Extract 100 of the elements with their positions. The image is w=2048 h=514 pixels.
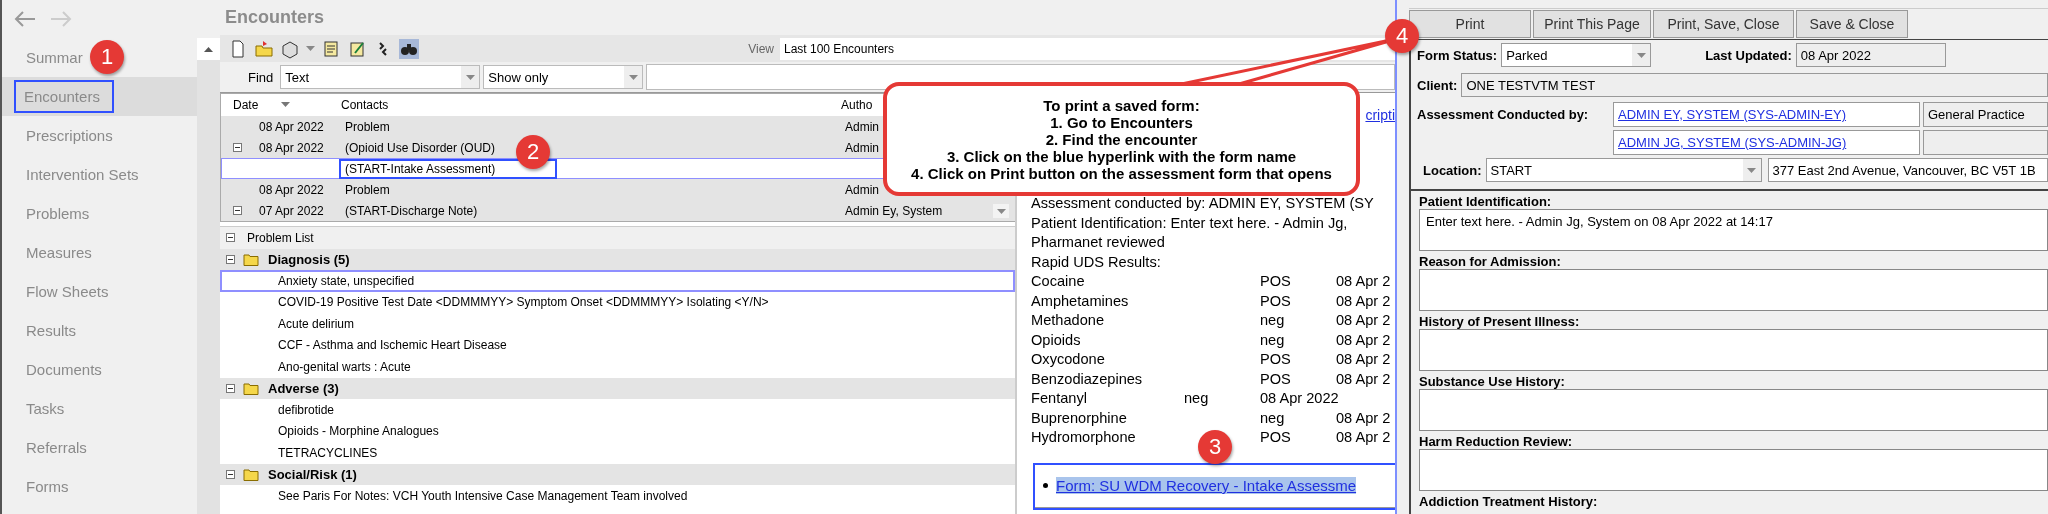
form-link[interactable]: Form: SU WDM Recovery - Intake Assessme — [1056, 477, 1357, 494]
tooltip-text: 4. Click on Print button on the assessment form that opens — [911, 164, 1332, 182]
find-label: Find — [248, 69, 274, 85]
text-area[interactable] — [1419, 269, 2048, 311]
problem-item[interactable]: Opioids - Morphine Analogues — [220, 420, 1015, 442]
collapse-icon[interactable] — [233, 206, 242, 215]
text-area[interactable]: Enter text here. - Admin Jg, System on 08 Apr 2022 at 14:17 — [1419, 209, 2048, 251]
group-title[interactable]: Adverse (3) — [268, 380, 339, 396]
field-label: Form Status: — [1417, 47, 1498, 63]
problem-item[interactable]: See Paris For Notes: VCH Youth Intensive Case Management Team involved — [220, 485, 1015, 507]
field-label: Assessment Conducted by: — [1417, 106, 1590, 122]
result-name: Oxycodone — [1031, 351, 1105, 369]
scroll-up-button[interactable] — [197, 38, 220, 60]
toolbar-button[interactable]: Print This Page — [1533, 10, 1651, 38]
folder-icon — [243, 381, 260, 395]
section-label: Patient Identification: — [1418, 193, 1553, 209]
up-arrow-icon — [204, 46, 213, 52]
caret-icon — [996, 208, 1006, 214]
view-field[interactable]: Last 100 Encounters — [780, 37, 1395, 60]
toolbar-button[interactable]: Print, Save, Close — [1653, 10, 1794, 38]
assessor-field[interactable]: ADMIN JG, SYSTEM (SYS-ADMIN-JG) — [1613, 130, 1920, 155]
tooltip-text: 2. Find the encounter — [1045, 130, 1198, 148]
scope-dropdown[interactable]: Show only — [483, 65, 644, 89]
result-value: POS — [1260, 351, 1291, 369]
author-cell: Admin — [845, 182, 879, 197]
text-area[interactable] — [1419, 329, 2048, 371]
group-title[interactable]: Diagnosis (5) — [268, 251, 350, 267]
problem-item[interactable]: CCF - Asthma and Ischemic Heart Disease — [220, 334, 1015, 356]
collapse-icon[interactable] — [226, 254, 235, 264]
column-header[interactable]: Date — [233, 98, 341, 112]
sort-arrow-icon[interactable] — [281, 102, 290, 107]
assessor-field[interactable]: ADMIN EY, SYSTEM (SYS-ADMIN-EY) — [1613, 102, 1920, 127]
column-header[interactable]: Contacts — [341, 98, 841, 112]
address-field[interactable]: 377 East 2nd Avenue, Vancouver, BC V5T 1B — [1767, 158, 2048, 182]
group-title[interactable]: Social/Risk (1) — [268, 466, 357, 482]
document-text: Assessment conducted by: ADMIN EY, SYSTEM (SY — [1031, 195, 1375, 213]
bullet-icon — [1043, 483, 1048, 488]
caret-icon — [1636, 52, 1646, 58]
caret-icon — [465, 74, 475, 80]
result-date: 08 Apr 2 — [1336, 351, 1391, 369]
status-dropdown[interactable]: Parked — [1501, 43, 1652, 67]
field-label: Client: — [1417, 77, 1458, 93]
specialty-field[interactable]: General Practice — [1923, 102, 2048, 127]
problem-item[interactable]: defibrotide — [220, 399, 1015, 421]
problem-item[interactable]: Acute delirium — [220, 313, 1015, 335]
binoculars-icon[interactable] — [399, 38, 419, 59]
result-date: 08 Apr 2 — [1336, 370, 1391, 389]
contact-cell[interactable]: (Opioid Use Disorder (OUD) — [345, 140, 496, 155]
result-value: POS — [1260, 429, 1291, 447]
specialty-field[interactable] — [1923, 130, 2048, 155]
tooltip-text: To print a saved form: — [1043, 96, 1200, 114]
problem-item[interactable]: TETRACYCLINES — [220, 442, 1015, 464]
result-date: 08 Apr 2 — [1336, 312, 1391, 330]
date-field[interactable]: 08 Apr 2022 — [1795, 43, 1946, 67]
problem-item[interactable]: COVID-19 Positive Test Date <DDMMMYY> Symptom Onset <DDMMMYY> Isolating <Y/N> — [220, 291, 1015, 313]
result-name: Methadone — [1031, 312, 1105, 330]
caret-icon — [628, 74, 638, 80]
section-label: Reason for Admission: — [1418, 253, 1562, 269]
text-area[interactable] — [1419, 449, 2048, 491]
toolbar-button[interactable]: Print — [1409, 10, 1531, 38]
document-text: Rapid UDS Results: — [1031, 253, 1162, 272]
tooltip-text: 1. Go to Encounters — [1050, 113, 1193, 131]
result-name: Opioids — [1031, 331, 1081, 350]
result-value: POS — [1260, 370, 1291, 389]
document-text: Pharmanet reviewed — [1031, 234, 1166, 252]
collapse-icon[interactable] — [226, 469, 235, 479]
result-date: 08 Apr 2 — [1336, 292, 1391, 311]
collapse-icon[interactable] — [226, 233, 235, 243]
result-date: 08 Apr 2 — [1336, 273, 1391, 291]
contact-cell[interactable]: Problem — [345, 182, 390, 197]
toolbar-button[interactable]: Save & Close — [1796, 10, 1908, 38]
result-value: POS — [1260, 292, 1291, 311]
result-name: Benzodiazepines — [1031, 370, 1143, 389]
problem-item[interactable]: Ano-genital warts : Acute — [220, 356, 1015, 378]
collapse-icon[interactable] — [226, 383, 235, 393]
find-field-dropdown[interactable]: Text — [280, 65, 481, 89]
folder-icon[interactable] — [254, 38, 274, 59]
folder-icon — [243, 252, 260, 266]
caret-icon — [1747, 167, 1756, 173]
dropdown-button[interactable] — [993, 204, 1009, 218]
location-dropdown[interactable]: START — [1485, 158, 1762, 182]
result-name: Hydromorphone — [1031, 429, 1136, 447]
client-field[interactable]: ONE TESTVTM TEST — [1461, 73, 2048, 97]
text-area[interactable] — [1419, 389, 2048, 431]
date-cell: 08 Apr 2022 — [259, 140, 324, 155]
result-name: Amphetamines — [1031, 292, 1129, 311]
result-name: Cocaine — [1031, 273, 1085, 291]
notepad-icon[interactable] — [321, 38, 341, 59]
contact-cell[interactable]: (START-Discharge Note) — [345, 203, 478, 218]
field-label: Location: — [1423, 162, 1482, 178]
problem-list-title: Problem List — [247, 230, 314, 245]
collapse-icon[interactable] — [233, 143, 242, 152]
contact-cell[interactable]: Problem — [345, 119, 390, 134]
section-label: History of Present Illness: — [1418, 313, 1581, 329]
back-arrow-icon[interactable] — [14, 11, 36, 27]
link[interactable]: cripti — [1365, 107, 1395, 123]
problem-item[interactable]: Anxiety state, unspecified — [220, 270, 1015, 292]
author-cell: Admin — [845, 119, 879, 134]
result-value: POS — [1260, 273, 1291, 291]
result-value: neg — [1184, 390, 1209, 408]
